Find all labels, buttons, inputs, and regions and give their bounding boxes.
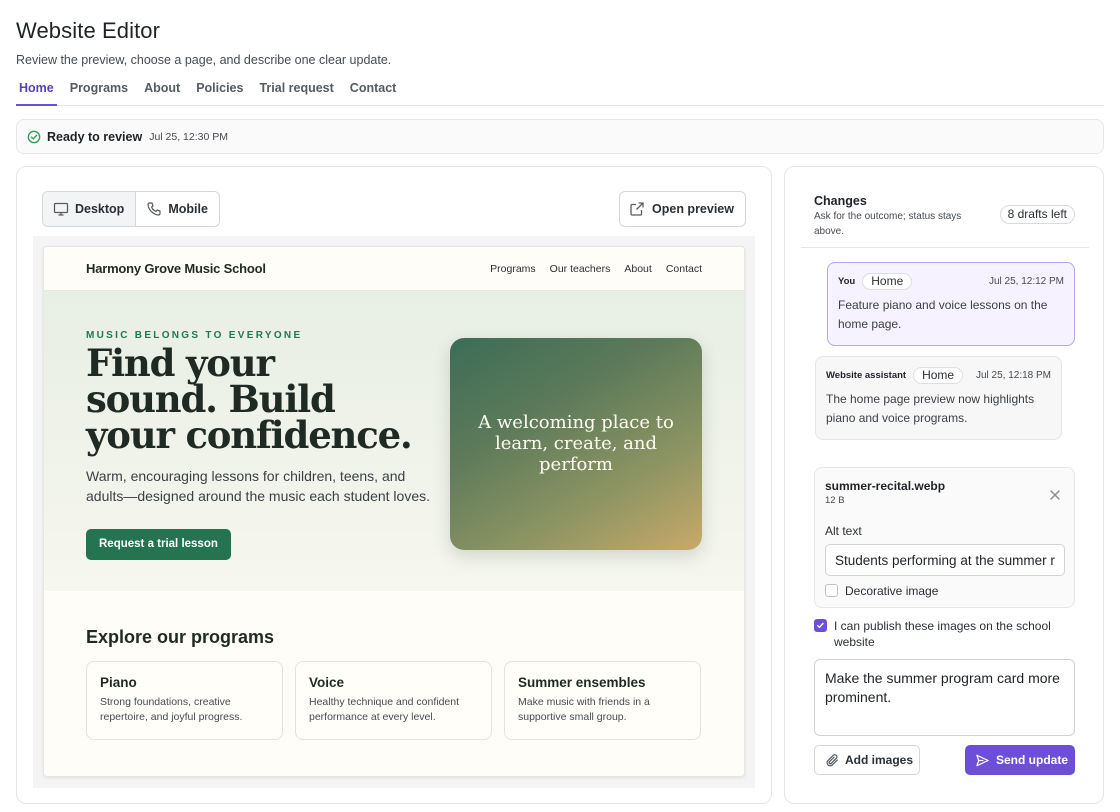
decorative-image-row[interactable]: Decorative image	[825, 583, 938, 599]
program-name: Voice	[309, 675, 345, 690]
mobile-button[interactable]: Mobile	[136, 192, 219, 226]
drafts-left-badge: 8 drafts left	[999, 205, 1075, 224]
site-nav-link[interactable]: About	[624, 263, 651, 275]
status-bar: Ready to review Jul 25, 12:30 PM	[16, 119, 1104, 154]
add-images-label: Add images	[845, 753, 914, 767]
message-text: The home page preview now highlights pia…	[826, 392, 1035, 425]
mobile-button-label: Mobile	[168, 202, 208, 216]
changes-title: Changes	[814, 194, 867, 208]
changes-subtitle: Ask for the outcome; status stays above.	[814, 211, 962, 237]
message-text: Feature piano and voice lessons on the h…	[838, 298, 1048, 331]
image-attachment: summer-recital.webp 12 B Alt text Decora…	[814, 467, 1075, 608]
alt-text-label: Alt text	[825, 524, 862, 538]
add-images-button[interactable]: Add images	[814, 745, 920, 775]
publish-permission-checkbox[interactable]	[814, 619, 827, 632]
monitor-icon	[53, 202, 69, 216]
status-timestamp: Jul 25, 12:30 PM	[149, 130, 228, 143]
send-update-label: Send update	[996, 753, 1069, 767]
program-name: Piano	[100, 675, 137, 690]
trial-lesson-button[interactable]: Request a trial lesson	[86, 529, 231, 560]
preview-panel: Desktop Mobile Open preview Harmony Grov…	[16, 166, 772, 804]
message-page-badge: Home	[913, 366, 964, 384]
program-description: Make music with friends in a supportive …	[518, 696, 650, 723]
program-card-voice[interactable]: Voice Healthy technique and confident pe…	[295, 661, 492, 740]
external-link-icon	[630, 202, 644, 216]
website-preview: Harmony Grove Music School Programs Our …	[43, 246, 745, 777]
check-circle-icon	[27, 130, 41, 143]
desktop-button-label: Desktop	[75, 202, 125, 216]
send-icon	[976, 754, 989, 766]
site-nav-link[interactable]: Contact	[666, 263, 702, 275]
decorative-image-checkbox[interactable]	[825, 584, 838, 597]
message-timestamp: Jul 25, 12:18 PM	[975, 369, 1051, 381]
assistant-message: Website assistant Home Jul 25, 12:18 PM …	[815, 356, 1062, 440]
device-toggle: Desktop Mobile	[42, 191, 220, 227]
message-author: You	[838, 275, 856, 287]
message-meta: You Home Jul 25, 12:12 PM	[838, 272, 1064, 290]
checkmark-icon	[816, 622, 824, 629]
hero-description: Warm, encouraging lessons for children, …	[86, 468, 430, 504]
message-timestamp: Jul 25, 12:12 PM	[988, 275, 1064, 287]
send-update-button[interactable]: Send update	[965, 745, 1075, 775]
tab-about[interactable]: About	[141, 80, 183, 106]
site-nav: Harmony Grove Music School Programs Our …	[44, 247, 744, 291]
update-message-input[interactable]	[814, 659, 1075, 736]
program-card-piano[interactable]: Piano Strong foundations, creative reper…	[86, 661, 283, 740]
program-description: Strong foundations, creative repertoire,…	[100, 696, 243, 723]
programs-heading: Explore our programs	[86, 627, 275, 647]
program-name: Summer ensembles	[518, 675, 646, 690]
publish-permission-label: I can publish these images on the school…	[834, 619, 1051, 649]
hero-title: Find your sound. Build your confidence.	[86, 341, 413, 457]
user-message: You Home Jul 25, 12:12 PM Feature piano …	[827, 262, 1075, 346]
site-nav-link[interactable]: Programs	[490, 263, 536, 275]
site-nav-link[interactable]: Our teachers	[550, 263, 611, 275]
attachment-file-size: 12 B	[825, 495, 845, 506]
hero-image: A welcoming place to learn, create, and …	[450, 338, 702, 550]
alt-text-input[interactable]	[825, 544, 1065, 576]
program-card-summer-ensembles[interactable]: Summer ensembles Make music with friends…	[504, 661, 701, 740]
message-page-badge: Home	[862, 272, 913, 290]
site-nav-links: Programs Our teachers About Contact	[476, 263, 702, 275]
close-icon[interactable]	[1048, 488, 1062, 502]
hero-eyebrow: MUSIC BELONGS TO EVERYONE	[86, 330, 303, 341]
status-label: Ready to review	[47, 129, 143, 144]
tab-trial-request[interactable]: Trial request	[256, 80, 336, 106]
tab-contact[interactable]: Contact	[347, 80, 400, 106]
changes-panel: Changes Ask for the outcome; status stay…	[784, 166, 1104, 804]
decorative-image-label: Decorative image	[845, 584, 939, 598]
program-description: Healthy technique and confident performa…	[309, 696, 460, 723]
publish-permission-row[interactable]: I can publish these images on the school…	[814, 618, 1064, 650]
hero-image-caption: A welcoming place to learn, create, and …	[478, 412, 674, 475]
tab-home[interactable]: Home	[16, 80, 57, 106]
changes-header: Changes Ask for the outcome; status stay…	[801, 167, 1089, 248]
message-author: Website assistant	[826, 369, 907, 381]
page-title: Website Editor	[16, 18, 161, 43]
site-hero: MUSIC BELONGS TO EVERYONE Find your soun…	[44, 291, 744, 591]
phone-icon	[147, 202, 161, 216]
app-header: Website Editor Review the preview, choos…	[16, 18, 391, 67]
open-preview-label: Open preview	[652, 202, 734, 216]
paperclip-icon	[826, 753, 838, 766]
desktop-button[interactable]: Desktop	[43, 192, 137, 226]
tab-policies[interactable]: Policies	[193, 80, 246, 106]
site-brand[interactable]: Harmony Grove Music School	[86, 261, 266, 276]
open-preview-button[interactable]: Open preview	[619, 191, 746, 227]
attachment-file-name: summer-recital.webp	[825, 479, 946, 493]
page-tabs: Home Programs About Policies Trial reque…	[16, 80, 1104, 106]
page-subtitle: Review the preview, choose a page, and d…	[16, 53, 392, 67]
tab-programs[interactable]: Programs	[67, 80, 131, 106]
message-meta: Website assistant Home Jul 25, 12:18 PM	[826, 366, 1051, 384]
